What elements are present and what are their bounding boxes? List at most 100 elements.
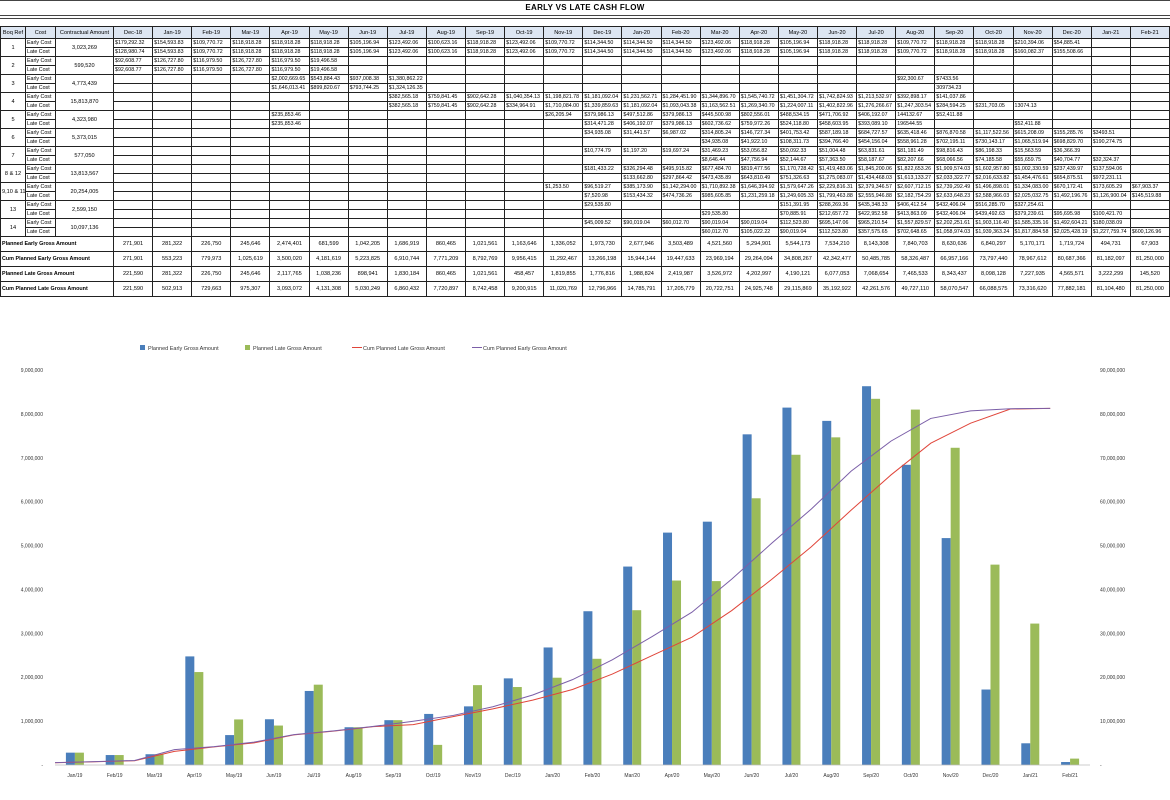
cost-type-cell: Early Cost (25, 200, 56, 210)
summary-cell: 4,202,997 (738, 266, 779, 282)
table-cell (386, 164, 427, 174)
table-cell: $126,727.80 (230, 56, 271, 66)
table-cell (816, 56, 858, 66)
table-cell: $146,727.34 (738, 128, 779, 138)
bar (105, 755, 115, 765)
table-cell (347, 200, 388, 210)
table-cell: $114,344.50 (660, 38, 701, 48)
table-cell (699, 56, 740, 66)
table-cell: $100,623.16 (425, 47, 466, 57)
bar (543, 647, 553, 765)
summary-cell: 4,190,121 (777, 266, 818, 282)
y-tick-label: 2,000,000 (21, 675, 43, 681)
bar (313, 684, 323, 765)
summary-cell: 2,117,765 (269, 266, 310, 282)
table-row: 6 Early Cost 5,373,015 $34,935.08 $31,441.57… (0, 128, 1170, 147)
x-tick-label: Mar/20 (624, 773, 640, 779)
table-cell: $96,519.27 (582, 182, 623, 192)
boq-ref-cell: 1 (0, 38, 26, 57)
table-cell (1012, 74, 1053, 84)
table-cell: $141,037.86 (934, 92, 975, 102)
summary-cell: 8,792,769 (464, 251, 506, 267)
table-cell: $1,602,957.80 (973, 164, 1014, 174)
x-tick-label: May/20 (704, 773, 721, 779)
table-cell (464, 137, 506, 147)
table-cell: $116,979.50 (269, 65, 310, 75)
table-cell: $1,344,896.70 (699, 92, 740, 102)
y-tick-label: 1,000,000 (21, 719, 43, 725)
summary-cell: 271,901 (112, 251, 154, 267)
x-tick-label: Nov/20 (943, 773, 959, 779)
table-row: Late Cost $92,608.77 $126,727.80 $116,979.5… (1, 65, 1170, 75)
table-cell: $524,118.80 (777, 119, 818, 129)
table-cell: $1,224,007.11 (777, 101, 818, 111)
contract-amount-cell: 10,097,136 (55, 218, 114, 237)
table-row: 5 Early Cost 4,323,980 $235,853.46 $26,205.9… (0, 110, 1170, 129)
x-tick-label: Jun/20 (744, 773, 759, 779)
table-cell (269, 128, 310, 138)
summary-cell: 13,266,198 (582, 251, 623, 267)
table-cell: $677,484.70 (699, 164, 740, 174)
table-cell: $50,092.33 (777, 146, 818, 156)
table-cell (230, 173, 271, 183)
table-cell (112, 182, 154, 192)
table-cell (425, 74, 466, 84)
summary-row: Planned Early Gross Amount 271,901 281,322… (0, 236, 1170, 252)
table-header-row: Boq Ref Cost Contractual Amount Dec-18 Jan-1… (0, 26, 1170, 39)
table-cell (347, 110, 388, 120)
table-cell: $357,575.65 (856, 227, 897, 237)
table-cell (464, 155, 506, 165)
y2-tick-label: 10,000,000 (1100, 719, 1125, 725)
y2-tick-label: 20,000,000 (1100, 675, 1125, 681)
table-cell: $1,284,451.90 (660, 92, 701, 102)
summary-cell: 5,030,249 (347, 281, 388, 297)
summary-cell: 12,796,966 (582, 281, 623, 297)
table-cell (1129, 146, 1170, 156)
summary-cell: 5,544,173 (777, 236, 818, 252)
table-cell: $1,142,294.00 (660, 182, 701, 192)
bar (822, 420, 832, 765)
table-cell: $7,520.98 (582, 191, 623, 201)
table-cell (425, 218, 466, 228)
table-cell: $118,918.28 (856, 47, 897, 57)
table-cell: $118,918.28 (464, 47, 506, 57)
table-cell (191, 164, 232, 174)
table-cell (856, 65, 897, 75)
table-cell (738, 209, 779, 219)
summary-cell: 3,503,489 (660, 236, 701, 252)
table-cell (1012, 56, 1053, 66)
table-cell: $1,799,463.88 (816, 191, 858, 201)
legend-swatch (245, 345, 250, 350)
table-cell: $109,770.72 (895, 47, 936, 57)
table-cell (464, 191, 506, 201)
summary-cell: 681,599 (308, 236, 349, 252)
table-cell: $112,523.80 (777, 218, 818, 228)
table-cell (934, 119, 975, 129)
bar (981, 689, 991, 765)
table-cell (1090, 47, 1131, 57)
column-header: Jan-19 (152, 26, 193, 39)
table-cell (269, 182, 310, 192)
table-cell (973, 56, 1014, 66)
table-cell (191, 83, 232, 93)
table-row: Late Cost $34,935.08 $41,922.10 $108,311.73… (1, 137, 1170, 147)
table-cell: $118,918.28 (738, 38, 779, 48)
x-tick-label: Dec/19 (505, 773, 521, 779)
cost-type-cell: Late Cost (25, 209, 56, 219)
table-cell: $1,419,483.06 (816, 164, 858, 174)
x-tick-label: Oct/20 (903, 773, 918, 779)
table-cell (660, 200, 701, 210)
table-cell: $1,198,821.78 (543, 92, 584, 102)
table-cell (269, 191, 310, 201)
table-cell (152, 74, 193, 84)
table-cell (504, 119, 545, 129)
table-cell (347, 92, 388, 102)
table-cell (699, 65, 740, 75)
bar (742, 434, 752, 765)
summary-cell: 3,500,020 (269, 251, 310, 267)
summary-cell: 11,020,769 (543, 281, 584, 297)
table-cell: $114,344.50 (621, 47, 662, 57)
table-cell: $435,348.33 (856, 200, 897, 210)
table-cell (191, 146, 232, 156)
table-cell: $2,379,346.57 (856, 182, 897, 192)
